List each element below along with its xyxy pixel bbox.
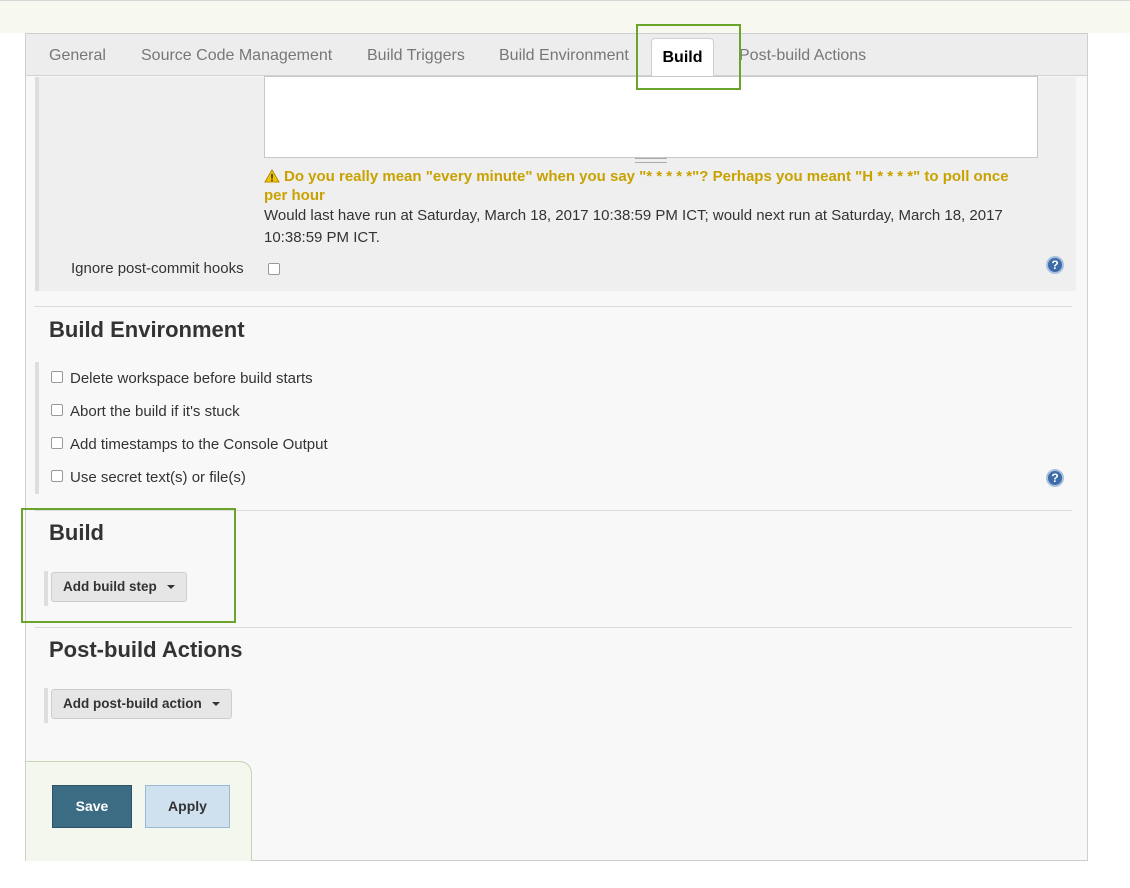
schedule-textarea[interactable]	[264, 76, 1038, 158]
apply-button[interactable]: Apply	[145, 785, 230, 828]
tab-general[interactable]: General	[49, 47, 106, 65]
secret-text-checkbox[interactable]	[51, 470, 63, 482]
cron-warning: Do you really mean "every minute" when y…	[264, 167, 1024, 205]
warning-text: Do you really mean "every minute" when y…	[264, 168, 1009, 204]
tab-build-triggers[interactable]: Build Triggers	[367, 47, 465, 65]
section-bar	[44, 688, 48, 723]
delete-workspace-label: Delete workspace before build starts	[70, 370, 313, 387]
schedule-info: Would last have run at Saturday, March 1…	[264, 207, 1003, 246]
section-bar	[35, 77, 39, 291]
abort-stuck-label: Abort the build if it's stuck	[70, 403, 240, 420]
caret-down-icon	[211, 702, 220, 706]
add-build-step-button[interactable]: Add build step	[51, 572, 187, 602]
add-post-build-action-label: Add post-build action	[63, 696, 202, 711]
config-panel: General Source Code Management Build Tri…	[25, 33, 1088, 861]
build-heading: Build	[49, 520, 104, 545]
divider	[34, 627, 1072, 628]
add-timestamps-label: Add timestamps to the Console Output	[70, 436, 328, 453]
add-post-build-action-button[interactable]: Add post-build action	[51, 689, 232, 719]
warning-icon	[264, 169, 280, 183]
textarea-resize-grip[interactable]	[635, 158, 667, 163]
tab-build[interactable]: Build	[651, 38, 714, 77]
help-icon[interactable]: ?	[1046, 256, 1064, 274]
abort-stuck-checkbox[interactable]	[51, 404, 63, 416]
divider	[34, 510, 1072, 511]
save-button[interactable]: Save	[52, 785, 132, 828]
section-bar	[44, 571, 48, 606]
tab-source-code-management[interactable]: Source Code Management	[141, 47, 332, 65]
caret-down-icon	[166, 585, 175, 589]
build-environment-heading: Build Environment	[49, 317, 245, 342]
section-bar	[35, 362, 39, 494]
top-strip	[0, 0, 1130, 33]
help-icon[interactable]: ?	[1046, 469, 1064, 487]
ignore-hooks-label: Ignore post-commit hooks	[71, 260, 244, 277]
delete-workspace-checkbox[interactable]	[51, 371, 63, 383]
post-build-heading: Post-build Actions	[49, 637, 243, 662]
tab-bar: General Source Code Management Build Tri…	[26, 34, 1087, 77]
tab-build-environment[interactable]: Build Environment	[499, 47, 629, 65]
tab-post-build-actions[interactable]: Post-build Actions	[739, 47, 866, 65]
ignore-hooks-checkbox[interactable]	[268, 263, 280, 275]
add-build-step-label: Add build step	[63, 579, 157, 594]
secret-text-label: Use secret text(s) or file(s)	[70, 469, 246, 486]
divider	[34, 306, 1072, 307]
add-timestamps-checkbox[interactable]	[51, 437, 63, 449]
